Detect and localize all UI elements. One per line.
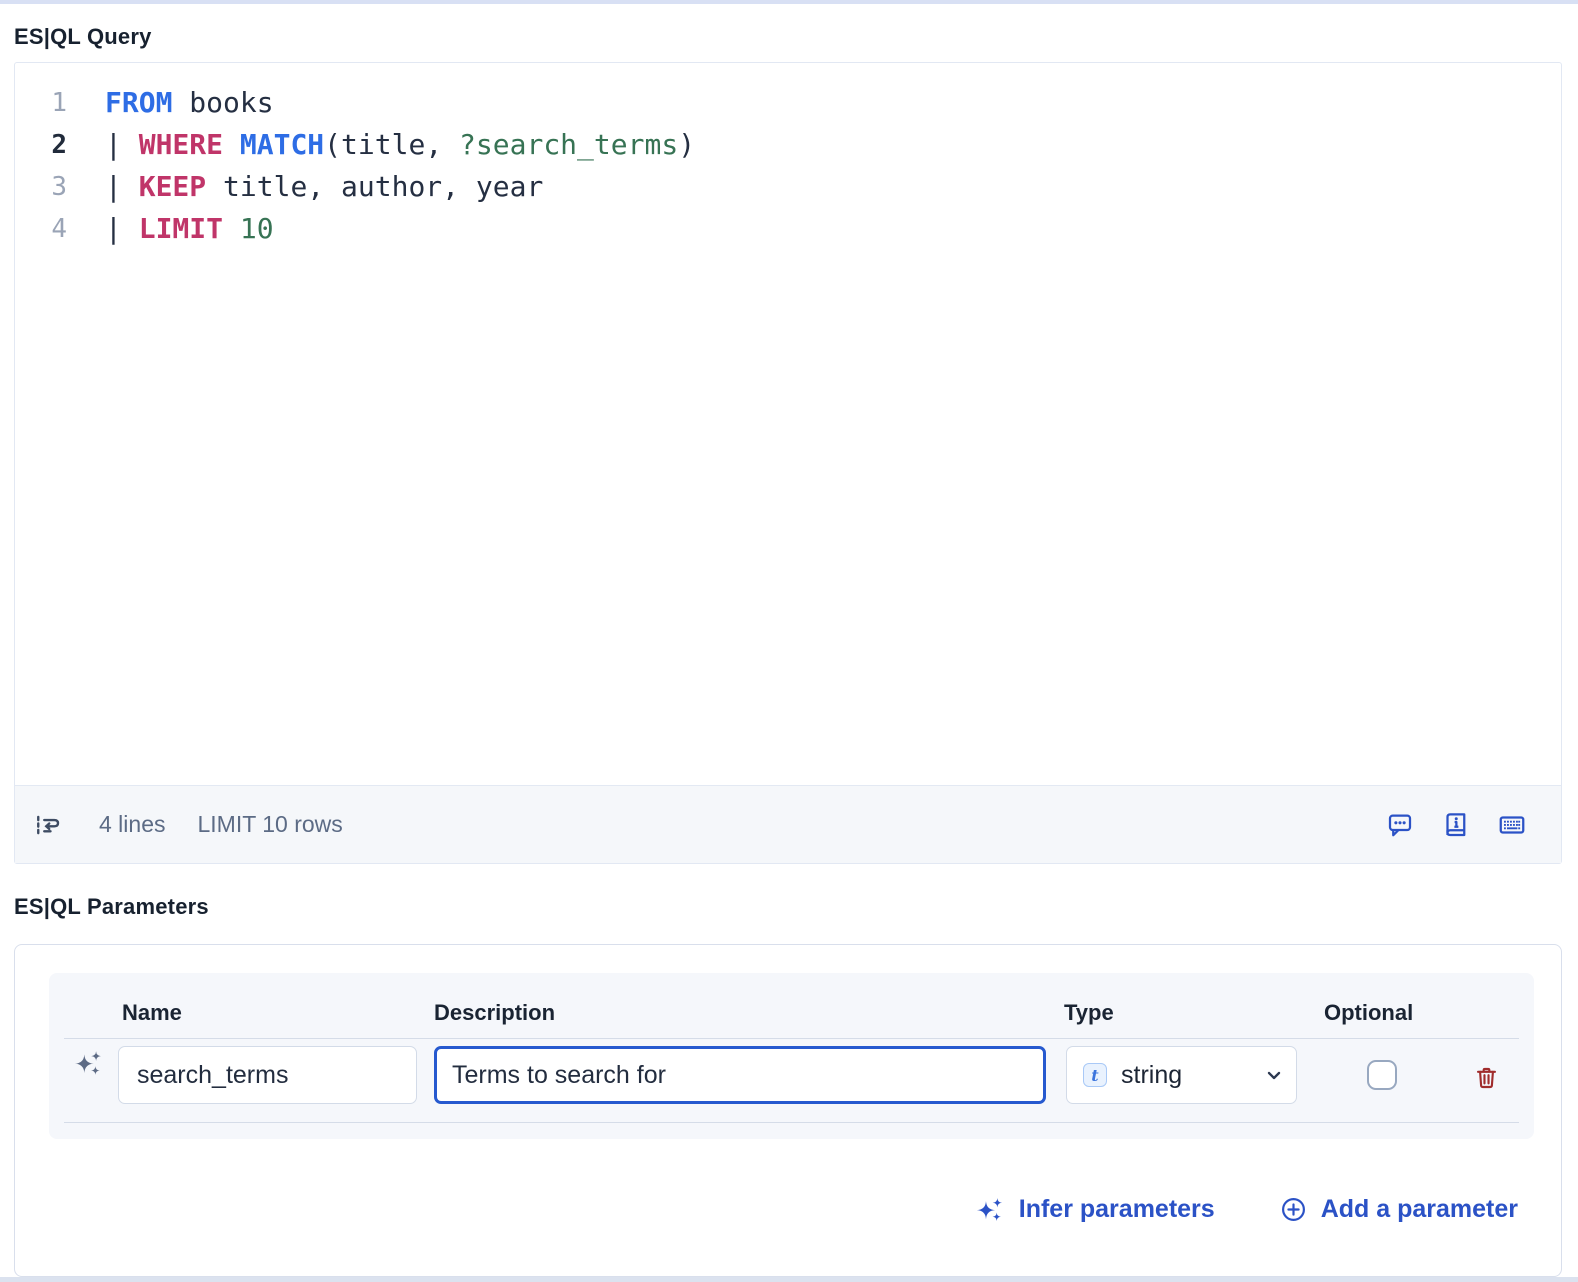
line-number: 4 bbox=[15, 208, 67, 250]
row-divider bbox=[64, 1122, 1519, 1123]
line-number: 3 bbox=[15, 166, 67, 208]
code-line[interactable]: 1FROM books bbox=[15, 82, 1561, 124]
keyboard-shortcuts-icon[interactable] bbox=[1497, 810, 1527, 840]
plus-circle-icon bbox=[1279, 1195, 1308, 1224]
line-number: 2 bbox=[15, 124, 67, 166]
code-line[interactable]: 2| WHERE MATCH(title, ?search_terms) bbox=[15, 124, 1561, 166]
param-description-input[interactable]: Terms to search for bbox=[434, 1046, 1046, 1104]
parameters-section-title: ES|QL Parameters bbox=[14, 894, 209, 920]
add-parameter-button[interactable]: Add a parameter bbox=[1279, 1195, 1518, 1224]
top-edge-divider bbox=[0, 0, 1578, 4]
word-wrap-icon[interactable] bbox=[33, 810, 63, 840]
param-type-value: string bbox=[1121, 1061, 1182, 1090]
esql-query-editor[interactable]: 1FROM books2| WHERE MATCH(title, ?search… bbox=[14, 62, 1562, 864]
column-header-description: Description bbox=[434, 1000, 555, 1026]
code-line[interactable]: 3| KEEP title, author, year bbox=[15, 166, 1561, 208]
line-count-status: 4 lines bbox=[99, 811, 165, 838]
param-type-select[interactable]: t string bbox=[1066, 1046, 1297, 1104]
documentation-book-icon[interactable] bbox=[1441, 810, 1471, 840]
infer-parameters-button[interactable]: Infer parameters bbox=[975, 1194, 1215, 1225]
limit-status: LIMIT 10 rows bbox=[197, 811, 342, 838]
ai-sparkles-icon bbox=[73, 1047, 105, 1084]
line-number: 1 bbox=[15, 82, 67, 124]
query-section-title: ES|QL Query bbox=[14, 24, 152, 50]
infer-parameters-label: Infer parameters bbox=[1019, 1195, 1215, 1224]
column-header-optional: Optional bbox=[1324, 1000, 1413, 1026]
add-parameter-label: Add a parameter bbox=[1321, 1195, 1518, 1224]
editor-footer-bar: 4 lines LIMIT 10 rows bbox=[15, 785, 1561, 863]
optional-checkbox[interactable] bbox=[1367, 1060, 1397, 1090]
delete-parameter-trash-icon[interactable] bbox=[1473, 1064, 1500, 1092]
param-name-input[interactable]: search_terms bbox=[118, 1046, 417, 1104]
feedback-comment-icon[interactable] bbox=[1385, 810, 1415, 840]
code-line[interactable]: 4| LIMIT 10 bbox=[15, 208, 1561, 250]
code-lines[interactable]: 1FROM books2| WHERE MATCH(title, ?search… bbox=[15, 82, 1561, 250]
column-header-name: Name bbox=[122, 1000, 182, 1026]
param-description-value: Terms to search for bbox=[452, 1061, 666, 1090]
esql-parameters-panel: Name Description Type Optional search_te… bbox=[14, 944, 1562, 1277]
column-header-type: Type bbox=[1064, 1000, 1114, 1026]
param-name-value: search_terms bbox=[137, 1061, 288, 1090]
chevron-down-icon bbox=[1262, 1063, 1286, 1087]
bottom-edge-divider bbox=[0, 1277, 1578, 1282]
sparkles-icon bbox=[975, 1194, 1006, 1225]
header-divider bbox=[64, 1038, 1519, 1039]
parameters-table: Name Description Type Optional search_te… bbox=[49, 973, 1534, 1139]
string-type-token-icon: t bbox=[1083, 1063, 1107, 1087]
